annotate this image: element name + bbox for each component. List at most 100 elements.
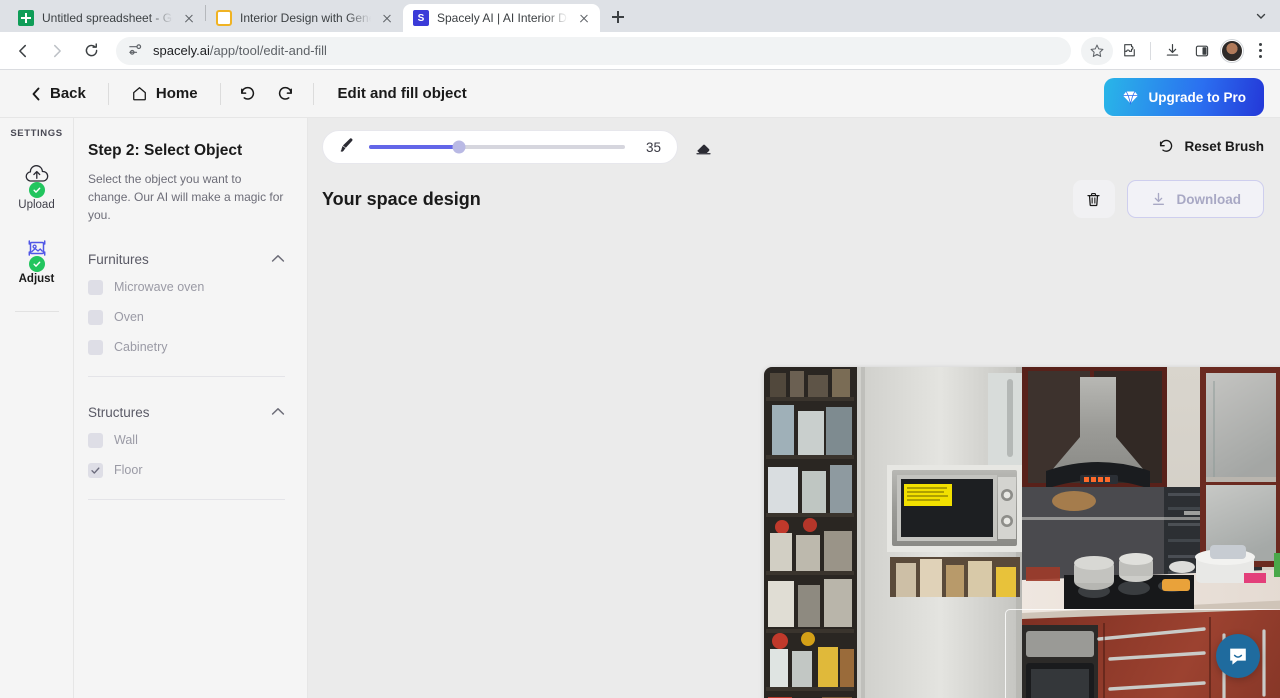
checkbox-checked[interactable] [88,463,103,478]
reset-brush-button[interactable]: Reset Brush [1157,137,1264,155]
checkbox[interactable] [88,340,103,355]
checkbox[interactable] [88,280,103,295]
brush-size-slider[interactable] [369,145,625,149]
group-header-furnitures[interactable]: Furnitures [88,250,285,268]
option-floor[interactable]: Floor [88,455,285,485]
back-icon[interactable] [8,36,38,66]
rail-section-label: SETTINGS [0,128,73,139]
rail-item-upload[interactable]: Upload [0,163,73,211]
panel-divider [88,376,285,377]
tab-list-chevron-icon[interactable] [1248,4,1274,28]
spacely-icon: S [413,10,429,26]
option-cabinetry[interactable]: Cabinetry [88,332,285,362]
brush-size-value: 35 [639,140,661,155]
eraser-icon [694,138,713,157]
option-oven[interactable]: Oven [88,302,285,332]
slider-thumb[interactable] [452,141,465,154]
back-button[interactable]: Back [16,79,100,108]
reset-icon [1157,137,1175,155]
reload-icon[interactable] [76,36,106,66]
step-description: Select the object you want to change. Ou… [88,170,285,224]
profile-avatar[interactable] [1218,37,1246,65]
trash-icon [1085,191,1102,208]
bookmark-star-icon[interactable] [1081,37,1113,65]
group-title: Furnitures [88,252,149,267]
undo-button[interactable] [229,77,267,111]
forward-icon[interactable] [42,36,72,66]
home-button-label: Home [156,85,198,102]
reset-brush-label: Reset Brush [1184,139,1264,154]
object-selection-panel: Step 2: Select Object Select the object … [74,118,308,698]
upgrade-button-label: Upgrade to Pro [1148,90,1246,105]
redo-button[interactable] [267,77,305,111]
header-divider [313,83,314,105]
completed-check-icon [29,256,45,272]
header-divider [108,83,109,105]
checkbox[interactable] [88,433,103,448]
option-wall[interactable]: Wall [88,425,285,455]
new-tab-button[interactable] [604,3,632,31]
group-header-structures[interactable]: Structures [88,403,285,421]
design-title: Your space design [322,189,481,210]
url-host: spacely.ai [153,43,210,58]
browser-tab-bar: Untitled spreadsheet - Googl Interior De… [0,0,1280,32]
panel-divider [88,499,285,500]
page-title: Edit and fill object [338,85,467,102]
side-panel-icon[interactable] [1188,37,1216,65]
browser-tab-1[interactable]: Untitled spreadsheet - Googl [8,4,205,32]
brush-toolbar: 35 Reset Brush [308,118,1280,174]
chevron-left-icon [30,87,42,101]
option-label: Floor [114,463,142,477]
group-title: Structures [88,405,150,420]
rail-item-adjust[interactable]: Adjust [0,237,73,285]
check-icon [90,465,101,476]
close-icon[interactable] [379,10,395,26]
browser-tab-2[interactable]: Interior Design with Generati [206,4,403,32]
rail-item-label: Adjust [19,273,55,285]
design-header-row: Your space design Download [308,174,1280,218]
chevron-up-icon[interactable] [271,403,285,421]
browser-toolbar: spacely.ai/app/tool/edit-and-fill [0,32,1280,70]
design-image[interactable] [764,367,1280,698]
completed-check-icon [29,182,45,198]
back-button-label: Back [50,85,86,102]
site-settings-icon[interactable] [128,42,143,60]
tab-title: Spacely AI | AI Interior Design [437,11,568,25]
step-title: Step 2: Select Object [88,142,285,160]
eraser-button[interactable] [686,130,720,164]
downloads-icon[interactable] [1158,37,1186,65]
upgrade-to-pro-button[interactable]: Upgrade to Pro [1104,78,1264,116]
option-microwave-oven[interactable]: Microwave oven [88,272,285,302]
url-path: /app/tool/edit-and-fill [210,43,327,58]
chevron-up-icon[interactable] [271,250,285,268]
chrome-menu-icon[interactable] [1248,37,1272,65]
diamond-icon [1122,90,1139,105]
rail-divider [15,311,59,312]
home-icon [131,85,148,102]
design-actions: Download [1073,180,1265,218]
checkbox[interactable] [88,310,103,325]
settings-rail: SETTINGS Upload [0,118,74,698]
paintbrush-icon[interactable] [337,136,355,159]
home-button[interactable]: Home [117,79,212,108]
download-icon [1150,191,1167,208]
download-button[interactable]: Download [1127,180,1265,218]
option-label: Oven [114,310,144,324]
delete-button[interactable] [1073,180,1115,218]
brush-size-control[interactable]: 35 [322,130,678,164]
header-divider [220,83,221,105]
close-icon[interactable] [576,10,592,26]
intercom-chat-button[interactable] [1216,634,1260,678]
address-bar[interactable]: spacely.ai/app/tool/edit-and-fill [116,37,1071,65]
option-label: Cabinetry [114,340,168,354]
sheets-icon [18,10,34,26]
canvas-area: 35 Reset Brush Your space design Downloa… [308,118,1280,698]
download-button-label: Download [1177,192,1242,207]
browser-tab-3-active[interactable]: S Spacely AI | AI Interior Design [403,4,600,32]
intercom-chat-icon [1226,644,1250,668]
toolbar-divider [1150,42,1151,60]
close-icon[interactable] [181,10,197,26]
toolbar-icon-group [1081,37,1272,65]
extensions-icon[interactable] [1115,37,1143,65]
app-body: SETTINGS Upload [0,118,1280,698]
